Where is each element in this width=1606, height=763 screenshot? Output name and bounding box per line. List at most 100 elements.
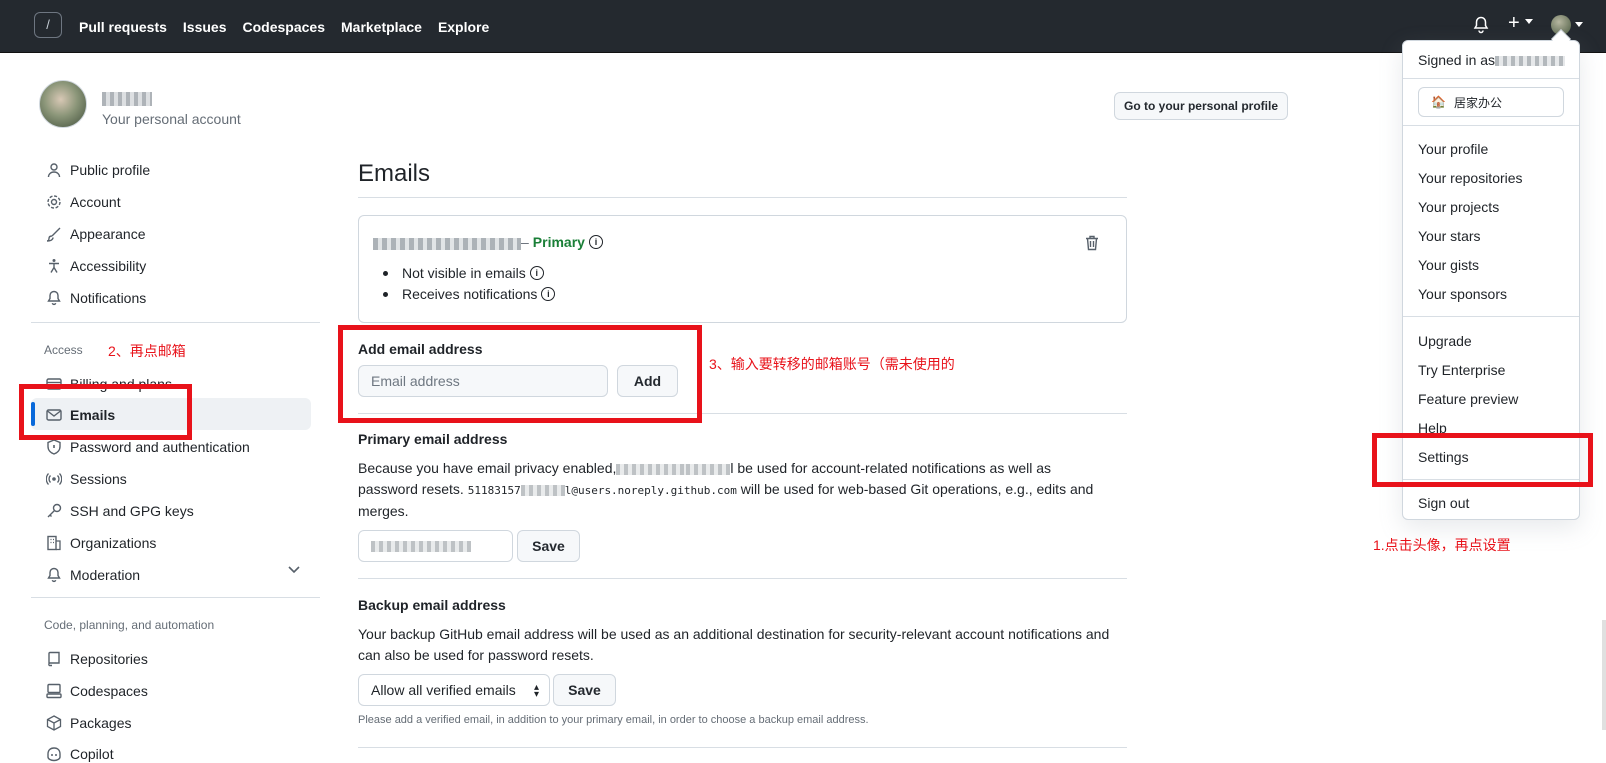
nav-issues[interactable]: Issues: [183, 19, 227, 35]
organization-icon: [47, 535, 61, 551]
section-divider: [358, 578, 1127, 579]
sidebar-item-label: Codespaces: [70, 683, 148, 699]
copilot-icon: [47, 747, 61, 762]
select-caret-icon: ▴ ▾: [533, 682, 539, 700]
save-backup-button[interactable]: Save: [553, 674, 616, 706]
sidebar-item-organizations[interactable]: Organizations: [46, 533, 156, 553]
sidebar-item-label: Organizations: [70, 535, 157, 551]
global-nav: Pull requests Issues Codespaces Marketpl…: [79, 0, 489, 53]
redacted-text: [1495, 56, 1566, 67]
profile-avatar: [39, 80, 87, 128]
chevron-down-icon: [1575, 22, 1583, 27]
sidebar-item-packages[interactable]: Packages: [46, 713, 131, 733]
menu-item-your-repositories[interactable]: Your repositories: [1418, 170, 1523, 186]
nav-marketplace[interactable]: Marketplace: [341, 19, 422, 35]
sidebar-item-moderation[interactable]: Moderation: [46, 565, 140, 585]
nav-pull-requests[interactable]: Pull requests: [79, 19, 167, 35]
repo-icon: [48, 651, 60, 667]
sidebar-item-repositories[interactable]: Repositories: [46, 649, 148, 669]
trash-icon[interactable]: [1085, 235, 1099, 251]
key-icon: [47, 503, 62, 518]
accessibility-icon: [49, 259, 59, 273]
description-text: merges.: [358, 503, 409, 519]
plus-icon[interactable]: +: [1508, 12, 1520, 35]
go-to-profile-button[interactable]: Go to your personal profile: [1114, 92, 1288, 120]
menu-item-your-projects[interactable]: Your projects: [1418, 199, 1499, 215]
info-icon[interactable]: i: [588, 235, 603, 249]
chevron-down-icon: [1525, 19, 1533, 24]
redacted-text: [520, 484, 565, 496]
house-emoji-icon: 🏠: [1431, 95, 1446, 109]
primary-email-heading: Primary email address: [358, 431, 508, 447]
description-text: password resets.: [358, 481, 464, 497]
bell-slash-icon: [47, 567, 61, 583]
nav-explore[interactable]: Explore: [438, 19, 489, 35]
menu-item-try-enterprise[interactable]: Try Enterprise: [1418, 362, 1505, 378]
sidebar-item-label: Appearance: [70, 226, 146, 242]
primary-badge: Primary: [532, 234, 585, 250]
nav-codespaces[interactable]: Codespaces: [243, 19, 325, 35]
sidebar-item-label: Account: [70, 194, 121, 210]
chevron-down-icon[interactable]: [288, 566, 300, 574]
broadcast-icon: [46, 473, 62, 485]
menu-item-your-gists[interactable]: Your gists: [1418, 257, 1479, 273]
menu-item-upgrade[interactable]: Upgrade: [1418, 333, 1472, 349]
save-primary-button[interactable]: Save: [517, 530, 580, 562]
sidebar-item-accessibility[interactable]: Accessibility: [46, 256, 146, 276]
shield-lock-icon: [47, 439, 61, 455]
sidebar-item-password[interactable]: Password and authentication: [46, 437, 250, 457]
sidebar-item-label: Accessibility: [70, 258, 147, 274]
sidebar-item-ssh-gpg[interactable]: SSH and GPG keys: [46, 501, 194, 521]
sidebar-item-appearance[interactable]: Appearance: [46, 224, 146, 244]
dropdown-divider: [1403, 78, 1579, 79]
email-redacted: [373, 238, 521, 250]
annotation-step3: 3、输入要转移的邮箱账号（需未使用的: [709, 356, 955, 372]
annotation-box-emails: [19, 384, 192, 440]
bell-icon: [47, 290, 61, 306]
account-subtitle: Your personal account: [102, 111, 241, 127]
primary-email-select[interactable]: [358, 530, 513, 562]
select-value: Allow all verified emails: [371, 682, 516, 698]
list-item: Not visible in emails i: [383, 265, 544, 281]
backup-email-heading: Backup email address: [358, 597, 506, 613]
info-icon[interactable]: i: [541, 287, 556, 301]
set-status-button[interactable]: 🏠 居家办公: [1418, 87, 1564, 117]
sidebar-item-sessions[interactable]: Sessions: [46, 469, 127, 489]
sidebar-item-copilot[interactable]: Copilot: [46, 744, 114, 763]
annotation-box-settings: [1372, 433, 1593, 487]
window-edge: [1602, 620, 1606, 730]
signed-in-as: Signed in as: [1418, 52, 1566, 68]
section-divider: [358, 747, 1127, 748]
backup-note: Please add a verified email, in addition…: [358, 714, 869, 726]
bell-icon[interactable]: [1473, 16, 1489, 34]
status-text: 居家办公: [1453, 95, 1502, 110]
paintbrush-icon: [46, 227, 61, 242]
info-icon[interactable]: i: [529, 266, 544, 280]
redacted-text: [686, 463, 731, 475]
sidebar-item-account[interactable]: Account: [46, 192, 121, 212]
sidebar-item-notifications[interactable]: Notifications: [46, 288, 146, 308]
menu-item-feature-preview[interactable]: Feature preview: [1418, 391, 1518, 407]
description-text: will be used for web-based Git operation…: [740, 481, 1094, 497]
redacted-text: [616, 463, 687, 475]
menu-item-your-profile[interactable]: Your profile: [1418, 141, 1488, 157]
menu-item-your-sponsors[interactable]: Your sponsors: [1418, 286, 1507, 302]
command-palette-button[interactable]: /: [34, 12, 62, 38]
email-card: – Primary i Not visible in emails i Rece…: [358, 215, 1127, 323]
sidebar-item-label: SSH and GPG keys: [70, 503, 194, 519]
menu-item-sign-out[interactable]: Sign out: [1418, 495, 1469, 511]
redacted-text: [371, 540, 471, 552]
bullet-text: Not visible in emails: [402, 265, 526, 281]
username-redacted: [102, 92, 152, 106]
sidebar-heading-code: Code, planning, and automation: [44, 618, 215, 632]
sidebar-item-label: Packages: [70, 715, 132, 731]
menu-item-your-stars[interactable]: Your stars: [1418, 228, 1481, 244]
sidebar-divider: [31, 322, 320, 323]
sidebar-heading-access: Access: [44, 343, 83, 357]
description-text: l be used for account-related notificati…: [730, 460, 1052, 476]
dropdown-divider: [1403, 316, 1579, 317]
sidebar-item-codespaces[interactable]: Codespaces: [46, 681, 148, 701]
bullet-text: Receives notifications: [402, 286, 538, 302]
sidebar-item-public-profile[interactable]: Public profile: [46, 160, 150, 180]
backup-email-select[interactable]: Allow all verified emails ▴ ▾: [358, 674, 550, 706]
